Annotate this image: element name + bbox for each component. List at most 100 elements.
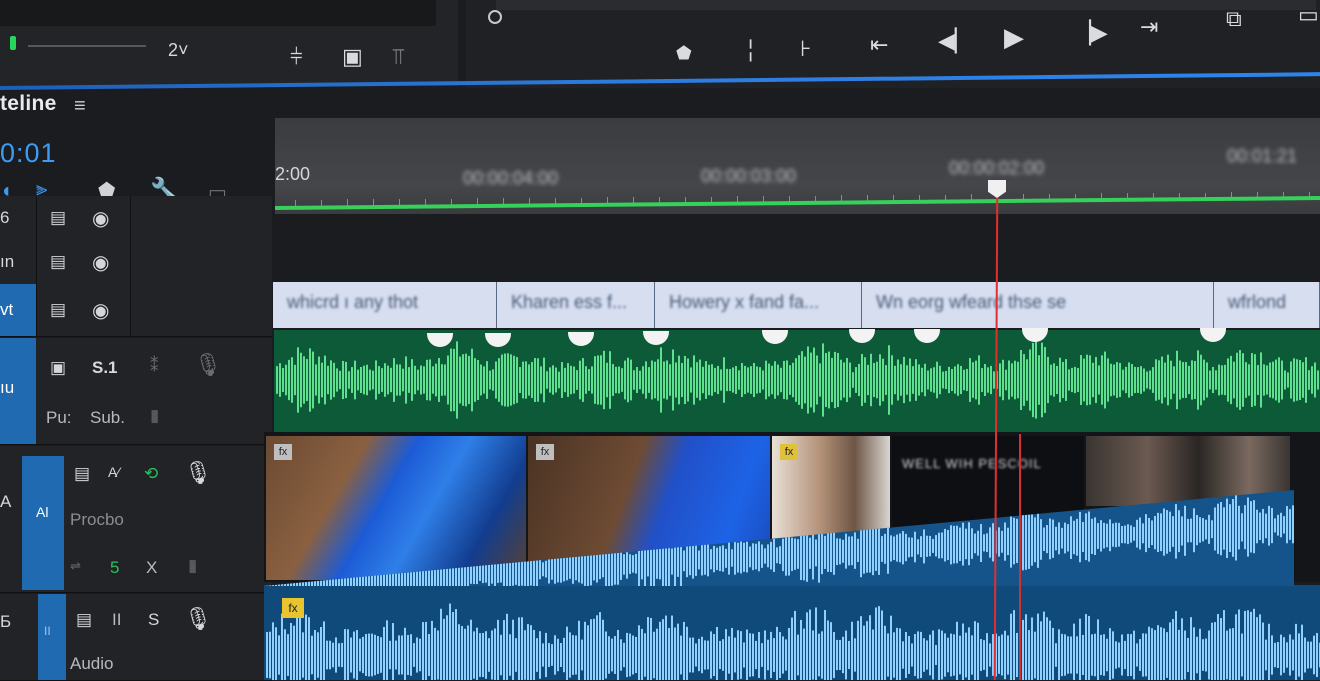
captions-icon[interactable]: ▤ [50,208,66,228]
sync-lock-icon[interactable]: ⁑ [150,356,159,376]
caption-text: Kharen ess f... [511,292,628,312]
overwrite-icon[interactable]: ⫪ [392,46,404,68]
waveform-sample [947,637,949,673]
waveform-sample [917,631,919,679]
track-target-tag[interactable] [38,594,66,680]
waveform-sample [656,546,658,579]
panel-title[interactable]: teline [0,92,57,116]
waveform-sample [620,549,622,580]
waveform-sample [567,363,569,397]
waveform-sample [1292,639,1294,671]
step-back-icon[interactable]: ◀▏ [938,30,972,52]
audio-clip-green[interactable] [274,330,1320,438]
waveform-sample [645,361,647,399]
waveform-sample [698,638,700,672]
track-pause[interactable]: II [112,610,121,630]
folder-icon[interactable]: ▣ [50,358,66,378]
mark-out-icon[interactable]: ⊦ [800,38,811,60]
program-playhead-handle[interactable] [488,10,502,24]
mute-icon[interactable]: ▮ [188,556,197,576]
waveform-sample [614,636,616,674]
track-solo[interactable]: 5 [110,558,119,578]
waveform-sample [590,619,592,680]
program-scrub-bar[interactable] [496,0,1316,10]
insert-icon[interactable]: ⫩ [290,46,303,68]
waveform-sample [392,623,394,680]
waveform-sample [293,625,295,680]
waveform-sample [920,536,922,558]
waveform-sample [722,639,724,671]
waveform-sample [1121,634,1123,676]
link-icon[interactable]: ⇌ [70,558,81,574]
caption-clip[interactable]: Kharen ess f... [497,282,655,328]
waveform-sample [791,537,793,572]
waveform-sample [425,621,427,680]
audio-clip-blue[interactable] [264,585,1320,680]
compare-icon[interactable]: ▭ [1298,4,1319,26]
waveform-sample [408,367,410,393]
caption-clip[interactable]: whicrd ı any thot [273,282,497,328]
captions-icon[interactable]: ▤ [74,464,90,484]
scale-dropdown[interactable]: 2˅ [168,40,189,61]
eye-icon[interactable]: ◉ [92,250,109,275]
eye-icon[interactable]: ◉ [92,298,109,323]
captions-icon[interactable]: ▤ [50,252,66,272]
waveform-sample [299,608,301,680]
waveform-sample [683,621,685,680]
waveform-sample [494,628,496,680]
waveform-sample [453,348,455,412]
waveform-sample [1010,514,1012,568]
add-marker-icon[interactable]: ⬟ [676,42,692,64]
export-frame-icon[interactable]: ⧉ [1226,8,1242,30]
play-icon[interactable]: ▶ [1004,24,1024,50]
track-solo[interactable]: S [148,610,159,630]
captions-icon[interactable]: ▤ [76,610,92,630]
microphone-icon[interactable]: 🎙 [184,460,212,486]
waveform-sample [749,546,751,568]
waveform-sample [1184,630,1186,680]
ai-icon[interactable]: A⁄ [108,464,120,480]
video-clip[interactable]: fx [266,436,526,580]
timecode-display[interactable]: 0:01 [0,138,57,169]
waveform-sample [1088,511,1090,562]
waveform-sample [732,367,734,393]
folder-icon[interactable]: ▣ [342,46,363,68]
step-forward-icon[interactable]: ▕▶ [1074,22,1108,44]
zoom-slider[interactable] [28,45,146,47]
waveform-sample [315,364,317,396]
waveform-sample [986,533,988,553]
caption-clip[interactable]: Howery x fand fa... [655,282,862,328]
waveform-sample [549,367,551,393]
waveform-sample [560,643,562,667]
panel-menu-icon[interactable]: ≡ [74,95,86,118]
waveform-sample [1166,510,1168,554]
waveform-sample [1157,512,1159,552]
track-label: Б [0,612,12,631]
waveform-sample [644,633,646,677]
go-to-out-icon[interactable]: ⇥ [1140,16,1158,38]
waveform-sample [735,366,737,394]
eye-icon[interactable]: ◉ [92,206,109,231]
mark-in-icon[interactable]: ╎ [744,40,757,62]
waveform-sample [786,360,788,400]
waveform-sample [321,362,323,398]
track-x[interactable]: X [146,558,157,578]
sync-icon[interactable]: ⟲ [144,464,158,484]
waveform-sample [348,371,350,389]
caption-clip[interactable]: Wn eorg wfeard thse se [862,282,1214,328]
waveform-sample [692,542,694,579]
waveform-sample [1262,508,1264,544]
waveform-sample [779,632,781,678]
waveform-sample [756,366,758,394]
caption-clip[interactable]: wfrlond [1214,282,1320,328]
microphone-icon[interactable]: 🎙 [184,606,212,632]
waveform-sample [1271,635,1273,675]
mute-icon[interactable]: ▮ [150,406,159,426]
go-to-in-icon[interactable]: ⇤ [870,34,888,56]
microphone-icon[interactable]: 🎙 [194,352,222,378]
track-target-tag[interactable] [22,456,64,590]
captions-icon[interactable]: ▤ [50,300,66,320]
waveform-sample [1049,620,1051,680]
waveform-sample [1035,341,1037,419]
waveform-sample [591,366,593,394]
